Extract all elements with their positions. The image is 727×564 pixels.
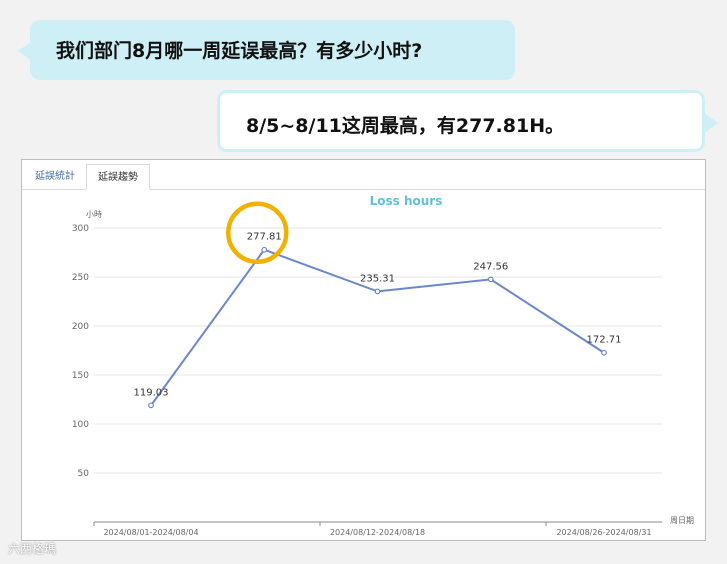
y-tick-label: 250 [72, 273, 89, 283]
data-point [487, 276, 494, 283]
data-point [601, 349, 607, 356]
data-point [148, 402, 154, 409]
chart-panel: 延誤統計 延誤趨勢 Loss hours 小時 50 100 150 200 250 300 2… [21, 159, 706, 541]
answer-bubble: 8/5~8/11这周最高，有277.81H。 [217, 90, 718, 152]
y-tick-label: 300 [72, 224, 89, 234]
answer-text: 8/5~8/11这周最高，有277.81H。 [246, 115, 565, 137]
question-bubble: 我们部门8月哪一周延误最高？有多少小时? [18, 20, 515, 80]
y-tick-label: 100 [72, 420, 89, 430]
y-tick-label: 50 [78, 469, 90, 479]
chart-title: Loss hours [370, 194, 443, 208]
data-point [261, 246, 268, 253]
bubble-tail [704, 113, 718, 133]
question-text: 我们部门8月哪一周延误最高？有多少小时? [56, 40, 423, 62]
x-tick-label: 2024/08/12-2024/08/18 [330, 528, 425, 537]
x-tick-label: 2024/08/01-2024/08/04 [103, 528, 198, 537]
x-axis-label: 周日期 [670, 516, 694, 525]
data-label: 119.03 [134, 387, 169, 398]
y-tick-label: 150 [72, 371, 89, 381]
data-label: 277.81 [247, 232, 282, 243]
bubble-tail [18, 42, 31, 60]
y-axis-label: 小時 [86, 210, 102, 219]
watermark: 六西格瑪 [8, 542, 57, 556]
data-label: 235.31 [360, 273, 395, 284]
data-label: 247.56 [473, 261, 508, 272]
data-label: 172.71 [587, 335, 622, 346]
x-tick-label: 2024/08/26-2024/08/31 [556, 528, 651, 537]
line-chart: Loss hours 小時 50 100 150 200 250 300 2024/08/01-… [72, 194, 694, 537]
y-tick-label: 200 [72, 322, 89, 332]
data-point [374, 288, 381, 295]
